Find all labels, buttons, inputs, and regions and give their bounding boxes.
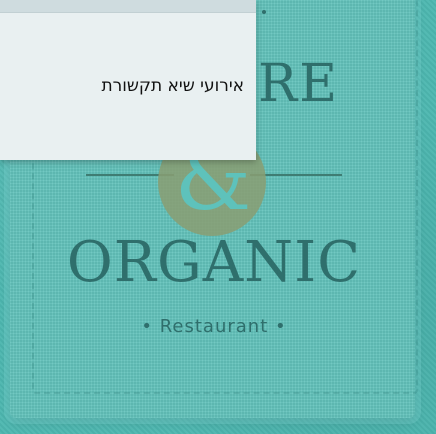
card-header-bar	[0, 0, 256, 13]
decorative-dot	[262, 10, 266, 14]
logo-subtitle: • Restaurant •	[141, 316, 287, 337]
overlay-card: אירועי שיא תקשורת	[0, 0, 256, 160]
logo-name: ORGANIC	[66, 230, 362, 295]
card-text: אירועי שיא תקשורת	[101, 76, 244, 96]
logo-top-text: RE	[258, 54, 340, 114]
screen: RE & ORGANIC • Restaurant • אירועי שיא ת…	[0, 0, 436, 434]
